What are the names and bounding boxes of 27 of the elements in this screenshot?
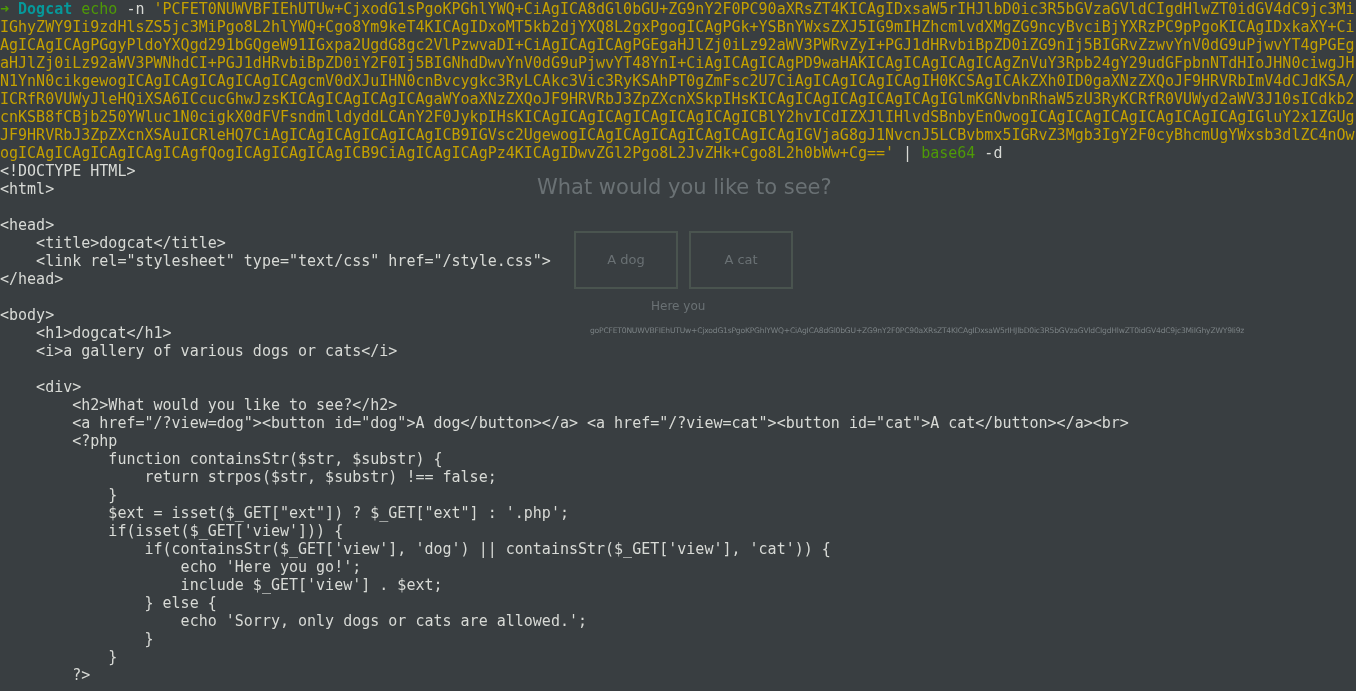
code-line: </head> bbox=[0, 270, 64, 288]
code-line: echo 'Sorry, only dogs or cats are allowed.'; bbox=[179, 612, 587, 630]
code-line: if(isset($_GET['view'])) { bbox=[107, 522, 344, 540]
code-line: <h1>dogcat</h1> bbox=[35, 324, 172, 342]
code-line: <title>dogcat</title> bbox=[35, 234, 226, 252]
code-line: include $_GET['view'] . $ext; bbox=[179, 576, 443, 594]
code-line: } bbox=[107, 648, 118, 666]
code-line: <a href="/?view=dog"><button id="dog">A dog</button></a> <a href="/?view=cat"><button id="cat">A cat</button></a><br> bbox=[71, 414, 1129, 432]
code-line: } else { bbox=[143, 594, 217, 612]
code-line: $ext = isset($_GET["ext"]) ? $_GET["ext"] : '.php'; bbox=[107, 504, 569, 522]
code-line: } bbox=[107, 486, 118, 504]
code-line: <head> bbox=[0, 216, 55, 234]
code-line: <!DOCTYPE HTML> bbox=[0, 162, 136, 180]
code-line: <div> bbox=[35, 378, 82, 396]
code-line: <i>a gallery of various dogs or cats</i> bbox=[35, 342, 398, 360]
code-line: <?php bbox=[71, 432, 118, 450]
code-line: ?> bbox=[71, 666, 91, 684]
code-line: <link rel="stylesheet" type="text/css" href="/style.css"> bbox=[35, 252, 551, 270]
code-line: <html> bbox=[0, 180, 55, 198]
code-line: echo 'Here you go!'; bbox=[179, 558, 362, 576]
code-line: <body> bbox=[0, 306, 55, 324]
command-line: ➜ Dogcat echo -n 'PCFET0NUWVBFIEhUTUw+CjxodG1sPgoKPGhlYWQ+CiAgICA8dGl0bGU+ZG9nY2F0PC90aXRsZT4KICAgIDxsaW5rIHJlbD0ic3R5bGVzaGVldCIgdHlwZT0idGV4dC9jc3MiIGhyZWY9Ii9zdHlsZS5jc3MiPgo8L2hlYWQ+Cgo8Ym9keT4KICAgIDxoMT5kb2djYXQ8L2gxPgogICAgPGk+YSBnYWxsZXJ5IG9mIHZhcmlvdXMgZG9ncyBvciBjYXRzPC9pPgoKICAgIDxkaXY+CiAgICAgICAgPGgyPldoYXQgd291bGQgeW91IGxpa2UgdG8gc2VlPzwvaDI+CiAgICAgICAgPGEgaHJlZj0iLz92aWV3PWRvZyI+PGJ1dHRvbiBpZD0iZG9nIj5BIGRvZzwvYnV0dG9uPjwvYT4gPGEgaHJlZj0iLz92aWV3PWNhdCI+PGJ1dHRvbiBpZD0iY2F0Ij5BIGNhdDwvYnV0dG9uPjwvYT48YnI+CiAgICAgICAgPD9waHAKICAgICAgICAgICAgZnVuY3Rpb24gY29udGFpbnNTdHIoJHN0ciwgJHN1YnN0cikgewogICAgICAgICAgICAgICAgcmV0dXJuIHN0cnBvcygkc3RyLCAkc3Vic3RyKSAhPT0gZmFsc2U7CiAgICAgICAgICAgIH0KCSAgICAkZXh0ID0gaXNzZXQoJF9HRVRbImV4dCJdKSA/ICRfR0VUWyJleHQiXSA6ICcucGhwJzsKICAgICAgICAgICAgaWYoaXNzZXQoJF9HRVRbJ3ZpZXcnXSkpIHsKICAgICAgICAgICAgICAgIGlmKGNvbnRhaW5zU3RyKCRfR0VUWyd2aWV3J10sICdkb2cnKSB8fCBjb250YWluc1N0cigkX0dFVFsndmlldyddLCAnY2F0JykpIHsKICAgICAgICAgICAgICAgICAgICBlY2hvICdIZXJlIHlvdSBnbyEnOwogICAgICAgICAgICAgICAgICAgIGluY2x1ZGUgJF9HRVRbJ3ZpZXcnXSAuICRleHQ7CiAgICAgICAgICAgICAgICB9IGVsc2UgewogICAgICAgICAgICAgICAgICAgIGVjaG8gJ1NvcnJ5LCBvbmx5IGRvZ3Mgb3IgY2F0cyBhcmUgYWxsb3dlZC4nOwogICAgICAgICAgICAgICAgfQogICAgICAgICAgICB9CiAgICAgICAgPz4KICAgIDwvZGl2Pgo8L2JvZHk+Cgo8L2h0bWw+Cg==' | base64 -d bbox=[0, 0, 1355, 162]
code-line: return strpos($str, $substr) !== false; bbox=[143, 468, 497, 486]
code-line: if(containsStr($_GET['view'], 'dog') || containsStr($_GET['view'], 'cat')) { bbox=[143, 540, 831, 558]
code-line: function containsStr($str, $substr) { bbox=[107, 450, 443, 468]
code-line: <h2>What would you like to see?</h2> bbox=[71, 396, 398, 414]
code-line: } bbox=[143, 630, 154, 648]
